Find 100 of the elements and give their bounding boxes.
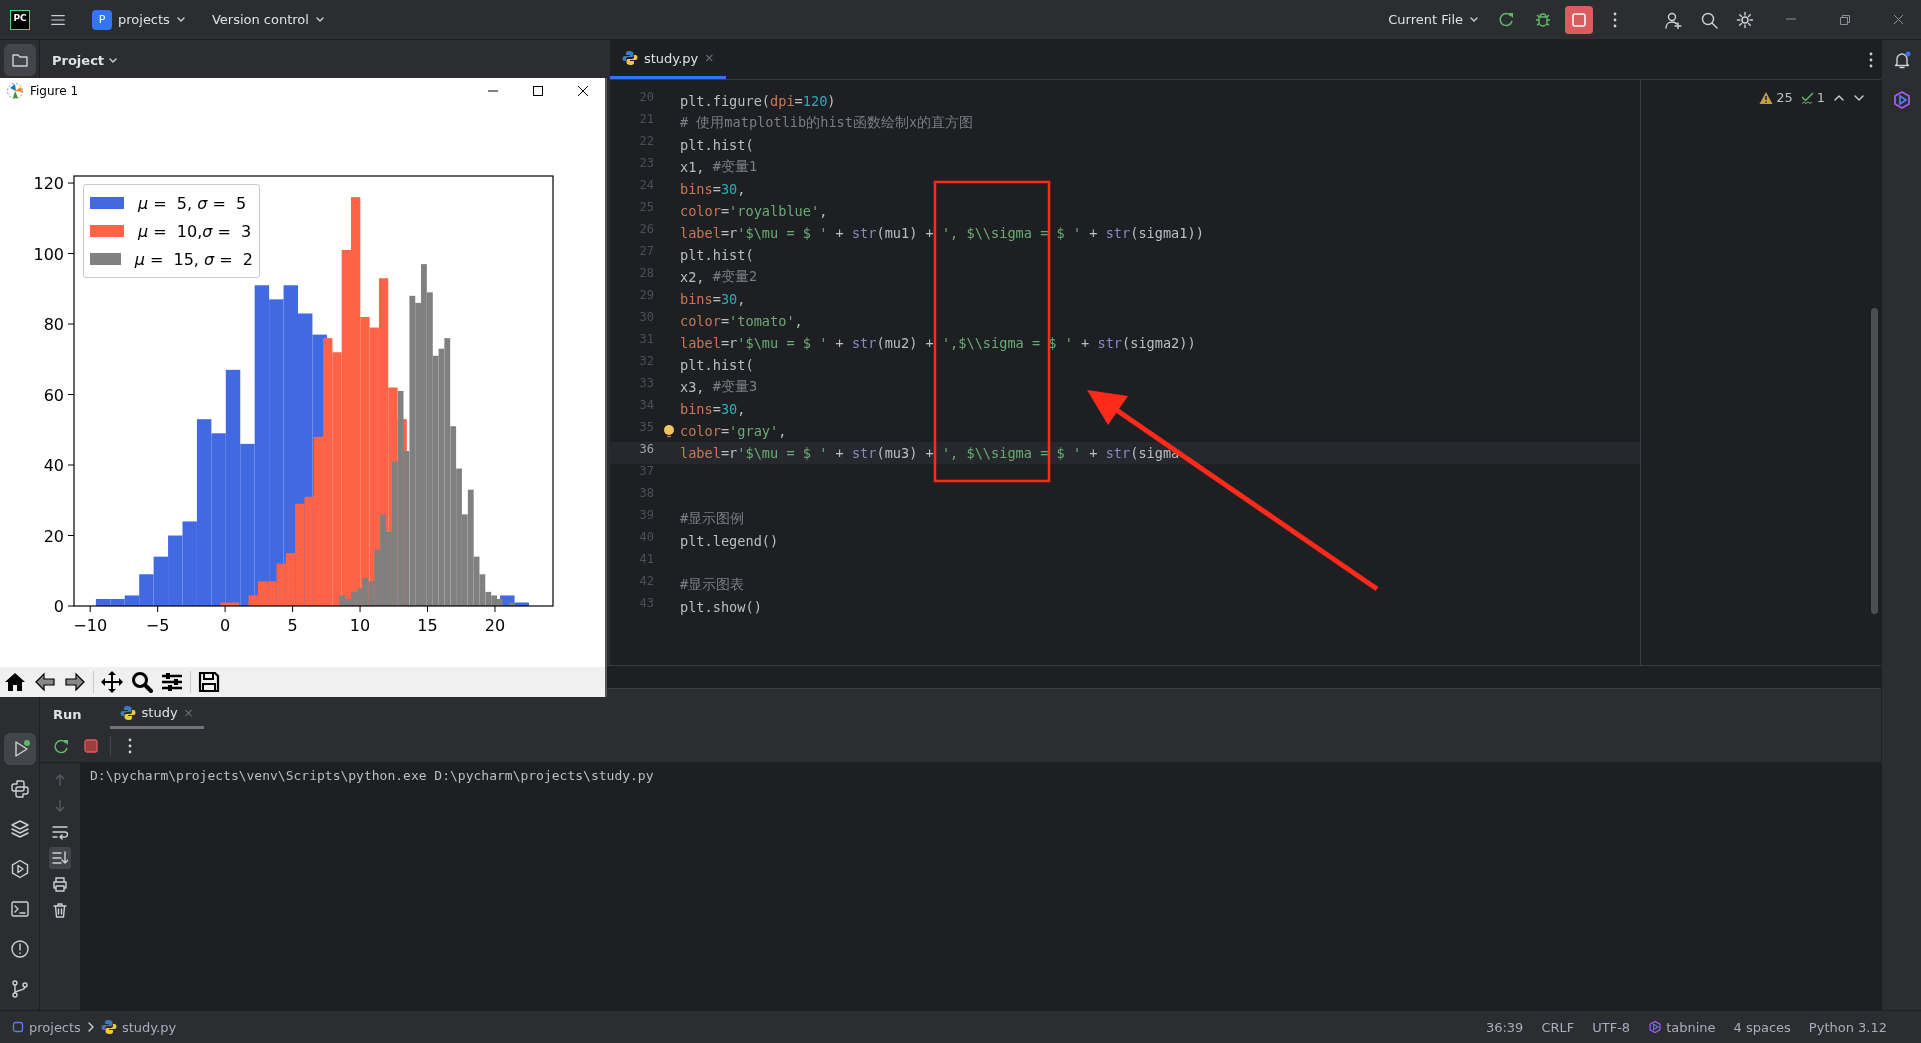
code-text: (sigma1)) bbox=[1130, 225, 1204, 241]
python-icon bbox=[9, 779, 30, 799]
code-text: , bbox=[778, 423, 787, 439]
tick-mark bbox=[67, 253, 75, 255]
tab-label: study bbox=[141, 705, 178, 720]
zoom-button[interactable] bbox=[130, 670, 154, 694]
save-button[interactable] bbox=[197, 670, 221, 694]
hexagon-play-icon bbox=[1891, 90, 1912, 110]
code-text: , bbox=[819, 203, 828, 219]
warning-icon bbox=[1759, 90, 1774, 105]
more-icon bbox=[128, 737, 132, 754]
back-button[interactable] bbox=[33, 670, 57, 694]
code-text: 120 bbox=[802, 93, 828, 109]
close-icon bbox=[1891, 13, 1905, 26]
typo-count[interactable]: 1 bbox=[1816, 90, 1825, 105]
folder-icon bbox=[10, 51, 29, 69]
code-text: plt.legend() bbox=[680, 533, 779, 549]
code-text: 30 bbox=[720, 181, 738, 197]
tick-mark bbox=[67, 394, 75, 395]
lightbulb-icon[interactable] bbox=[663, 424, 675, 438]
code-comment: #显示图表 bbox=[680, 576, 745, 594]
run-tool-button[interactable] bbox=[3, 733, 36, 765]
code-text: + bbox=[834, 335, 845, 351]
panel-title[interactable]: Project bbox=[52, 52, 105, 68]
editor-tab[interactable]: study.py × bbox=[610, 40, 727, 79]
close-tab-button[interactable]: × bbox=[704, 51, 715, 65]
project-name: projects bbox=[118, 12, 170, 27]
code-text: 'royalblue' bbox=[729, 203, 820, 219]
code-text: = bbox=[720, 203, 730, 219]
code-comment: #显示图例 bbox=[680, 510, 745, 528]
code-text: , bbox=[737, 401, 746, 417]
status-item[interactable]: UTF-8 bbox=[1592, 1019, 1631, 1035]
services-icon bbox=[9, 859, 30, 879]
code-text: x2, bbox=[680, 269, 706, 285]
code-text: '$\mu = $ ' bbox=[737, 225, 828, 241]
axis-tick-label: 5 bbox=[287, 616, 298, 635]
problems-icon bbox=[9, 939, 30, 959]
bell-icon bbox=[1892, 51, 1911, 69]
scrollbar-thumb[interactable] bbox=[1871, 308, 1878, 614]
home-icon bbox=[4, 671, 26, 693]
panel-title: Run bbox=[53, 706, 82, 722]
code-comment: # 使用matplotlib的hist函数绘制x的直方图 bbox=[680, 114, 974, 132]
run-configuration-selector[interactable]: Current File bbox=[1382, 8, 1485, 31]
code-text: = bbox=[720, 423, 730, 439]
code-comment: #变量1 bbox=[712, 158, 758, 176]
arrow-right-icon bbox=[64, 671, 86, 693]
version-control-menu[interactable]: Version control bbox=[205, 8, 331, 31]
forward-button[interactable] bbox=[63, 670, 87, 694]
status-item[interactable]: Python 3.12 bbox=[1808, 1019, 1887, 1035]
status-item[interactable]: 36:39 bbox=[1485, 1019, 1524, 1035]
home-button[interactable] bbox=[3, 670, 27, 694]
status-item[interactable]: tabnine bbox=[1666, 1019, 1716, 1035]
code-text: 30 bbox=[720, 291, 738, 307]
breadcrumb[interactable]: study.py bbox=[121, 1019, 177, 1035]
status-item[interactable]: CRLF bbox=[1541, 1019, 1575, 1035]
search-icon bbox=[1700, 10, 1718, 29]
code-text: 'tomato' bbox=[729, 313, 795, 329]
rerun-icon bbox=[53, 737, 69, 754]
python-icon bbox=[622, 50, 638, 66]
code-text: x3, bbox=[680, 379, 706, 395]
warning-count[interactable]: 25 bbox=[1776, 90, 1793, 105]
code-text: ) bbox=[827, 93, 836, 109]
check-icon bbox=[1800, 90, 1814, 105]
code-text: , bbox=[737, 291, 746, 307]
code-text: label bbox=[680, 445, 721, 461]
axis-tick-label: 10 bbox=[349, 616, 371, 635]
code-text: dpi bbox=[770, 93, 795, 109]
status-item[interactable]: 4 spaces bbox=[1733, 1019, 1791, 1035]
code-text: plt.hist( bbox=[680, 137, 754, 153]
user-add-icon bbox=[1664, 10, 1682, 29]
close-icon bbox=[576, 84, 589, 97]
code-text: str bbox=[1105, 225, 1131, 241]
code-text: + bbox=[1088, 445, 1099, 461]
axis-tick-label: 60 bbox=[43, 385, 64, 405]
scroll-to-end-icon bbox=[52, 850, 68, 866]
code-text: =r bbox=[720, 225, 738, 241]
project-tool-button[interactable] bbox=[3, 44, 36, 76]
code-text: =r bbox=[720, 335, 738, 351]
code-text: = bbox=[712, 291, 721, 307]
stop-icon bbox=[1570, 10, 1588, 29]
restore-icon bbox=[1837, 13, 1851, 26]
code-text: ', $\\sigma = $ ' bbox=[941, 225, 1082, 241]
terminal-icon bbox=[9, 899, 30, 919]
project-badge: P bbox=[92, 9, 112, 30]
pan-button[interactable] bbox=[100, 670, 124, 694]
code-text: str bbox=[851, 225, 877, 241]
code-text: label bbox=[680, 335, 721, 351]
code-text: , bbox=[737, 181, 746, 197]
breadcrumb[interactable]: projects bbox=[29, 1019, 81, 1035]
project-selector[interactable]: P projects bbox=[86, 5, 192, 34]
rerun-icon bbox=[1498, 10, 1516, 29]
line-number: 36 bbox=[610, 442, 658, 464]
configure-button[interactable] bbox=[160, 670, 184, 694]
more-icon[interactable] bbox=[1869, 51, 1873, 68]
stop-button[interactable] bbox=[1565, 5, 1593, 34]
bug-icon bbox=[1534, 10, 1552, 29]
code-text: + bbox=[1088, 225, 1099, 241]
scroll-to-end-button[interactable] bbox=[49, 847, 71, 869]
legend-label: μ = 5, σ = 5 bbox=[138, 193, 247, 213]
arrow-down-icon bbox=[53, 799, 67, 813]
